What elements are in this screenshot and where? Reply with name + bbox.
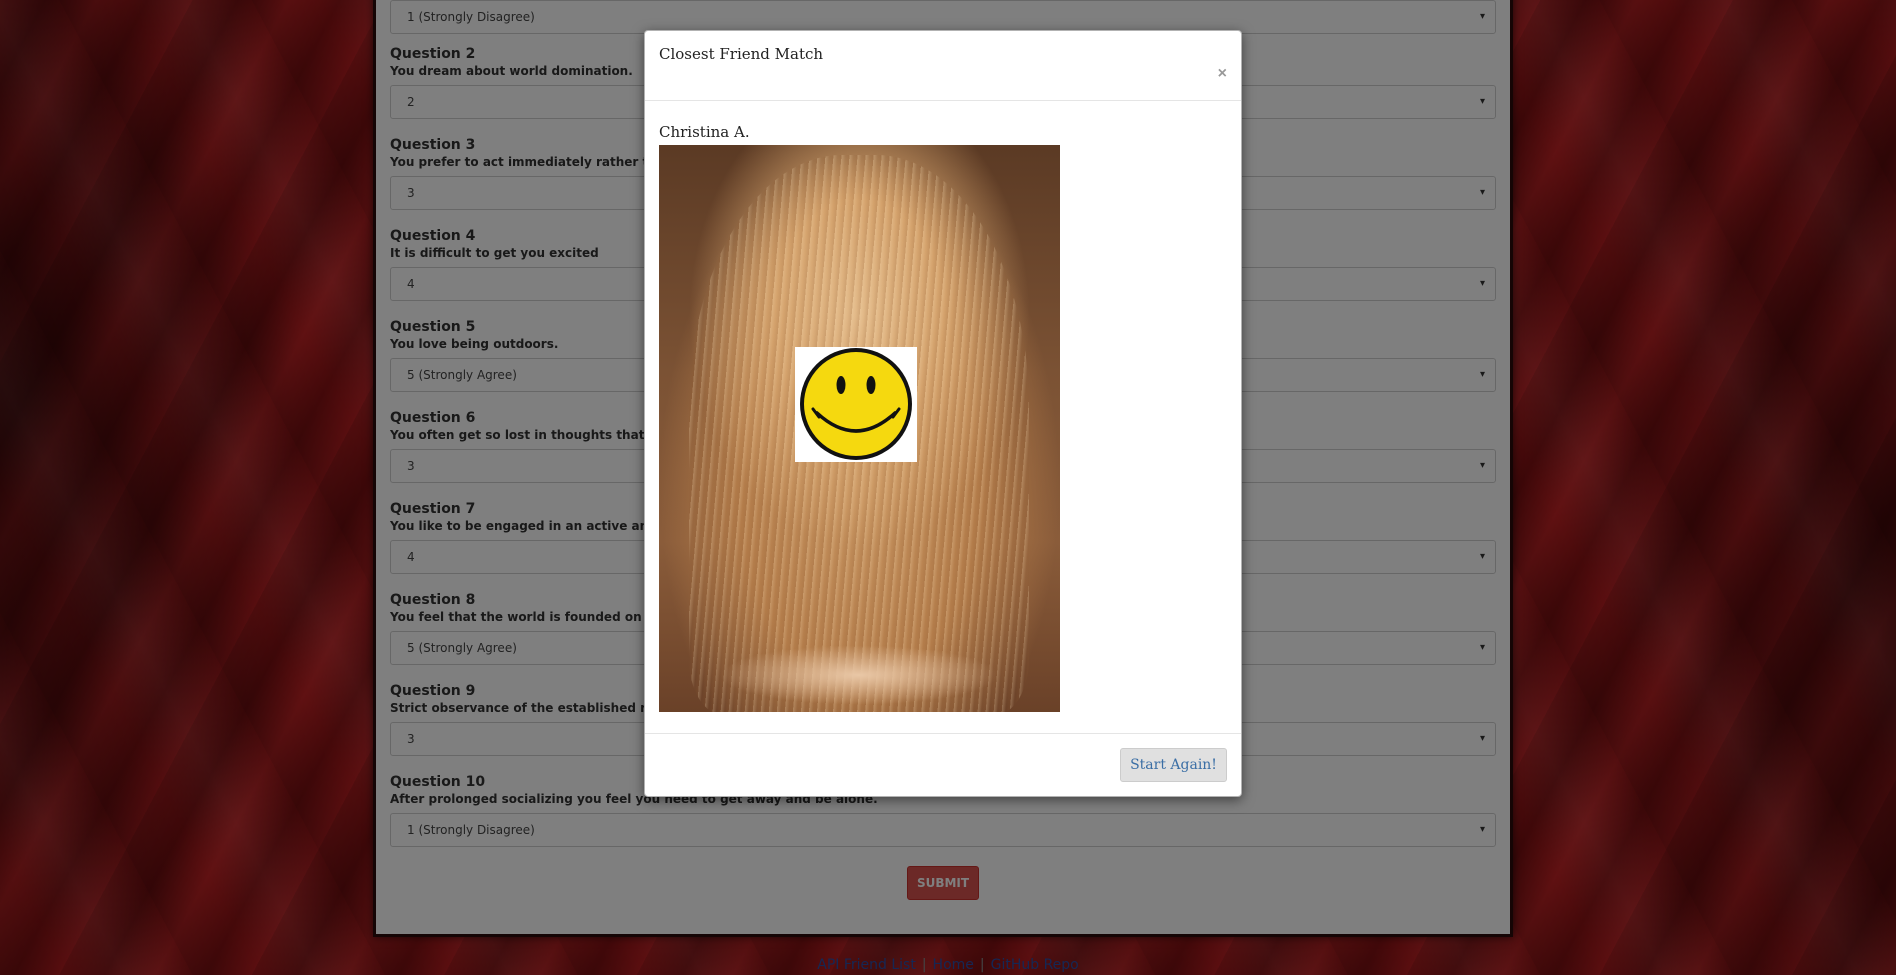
modal-title: Closest Friend Match bbox=[659, 45, 824, 63]
match-photo bbox=[659, 145, 1060, 712]
match-name: Christina A. bbox=[659, 123, 750, 141]
close-icon[interactable]: × bbox=[1218, 65, 1227, 83]
smiley-face-icon bbox=[795, 347, 917, 462]
friend-match-modal: Closest Friend Match × Christina A. Star… bbox=[644, 30, 1242, 797]
start-again-button[interactable]: Start Again! bbox=[1120, 748, 1227, 782]
modal-body: Christina A. bbox=[645, 101, 1241, 734]
modal-header: Closest Friend Match × bbox=[645, 31, 1241, 101]
modal-footer: Start Again! bbox=[645, 734, 1241, 797]
